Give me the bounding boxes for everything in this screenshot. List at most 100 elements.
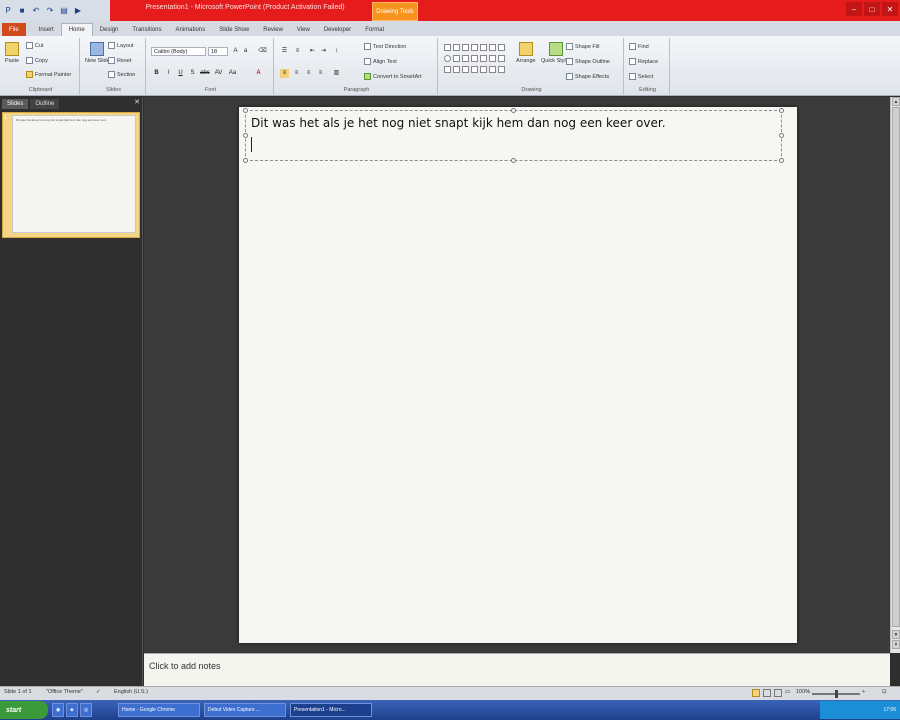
align-text-button[interactable]: Align Text	[364, 58, 397, 65]
shrink-font-icon[interactable]: a	[241, 47, 250, 56]
align-left-icon[interactable]: ≡	[280, 69, 289, 78]
taskbar-debut-capture[interactable]: Debut Video Capture ...	[204, 703, 286, 717]
tab-slides[interactable]: Slides	[2, 99, 29, 109]
language-indicator[interactable]: English (U.S.)	[114, 689, 148, 695]
scroll-down-icon[interactable]: ▼	[892, 630, 900, 639]
slide-sorter-view-icon[interactable]	[763, 689, 771, 697]
strikethrough-icon[interactable]: abc	[200, 69, 210, 78]
resize-handle[interactable]	[243, 108, 248, 113]
numbering-icon[interactable]: ≡	[293, 47, 302, 56]
minimize-icon[interactable]: –	[846, 2, 862, 16]
new-slide-button[interactable]: New Slide	[85, 42, 110, 64]
undo-icon[interactable]: ↶	[31, 6, 41, 16]
tab-file[interactable]: File	[2, 23, 26, 36]
scroll-thumb[interactable]	[892, 107, 900, 627]
resize-handle[interactable]	[779, 108, 784, 113]
align-right-icon[interactable]: ≡	[304, 69, 313, 78]
convert-smartart-button[interactable]: Convert to SmartArt	[364, 73, 422, 80]
change-case-icon[interactable]: Aa	[228, 69, 237, 78]
folder-icon[interactable]: ▤	[59, 6, 69, 16]
find-button[interactable]: Find	[629, 43, 649, 50]
tab-format[interactable]: Format	[358, 23, 391, 36]
columns-icon[interactable]: ▥	[332, 69, 341, 78]
taskbar-chrome[interactable]: Home - Google Chrome	[118, 703, 200, 717]
bold-icon[interactable]: B	[152, 69, 161, 78]
cut-button[interactable]: Cut	[26, 42, 44, 49]
fit-to-window-icon[interactable]: ⊡	[882, 689, 887, 695]
previous-slide-icon[interactable]: ⇞	[892, 640, 900, 649]
tab-transitions[interactable]: Transitions	[125, 23, 168, 36]
decrease-indent-icon[interactable]: ⇤	[308, 47, 317, 56]
normal-view-icon[interactable]	[752, 689, 760, 697]
font-size-select[interactable]: 18	[208, 47, 228, 56]
zoom-in-icon[interactable]: +	[862, 689, 865, 695]
layout-button[interactable]: Layout	[108, 42, 134, 49]
italic-icon[interactable]: I	[164, 69, 173, 78]
slide-canvas[interactable]	[239, 107, 797, 643]
tab-animations[interactable]: Animations	[169, 23, 213, 36]
notes-pane[interactable]: Click to add notes	[144, 653, 890, 686]
taskbar-powerpoint[interactable]: Presentation1 - Micro...	[290, 703, 372, 717]
tab-review[interactable]: Review	[256, 23, 290, 36]
tab-slide-show[interactable]: Slide Show	[212, 23, 256, 36]
clear-formatting-icon[interactable]: ⌫	[258, 47, 267, 56]
close-icon[interactable]: ✕	[882, 2, 898, 16]
tab-view[interactable]: View	[290, 23, 317, 36]
replace-button[interactable]: Replace	[629, 58, 658, 65]
tab-design[interactable]: Design	[93, 23, 126, 36]
align-center-icon[interactable]: ≡	[292, 69, 301, 78]
resize-handle[interactable]	[511, 108, 516, 113]
justify-icon[interactable]: ≡	[316, 69, 325, 78]
quick-launch-icon[interactable]: ◈	[66, 703, 78, 717]
grow-font-icon[interactable]: A	[231, 47, 240, 56]
paste-button[interactable]: Paste	[5, 42, 19, 64]
tab-developer[interactable]: Developer	[317, 23, 358, 36]
select-button[interactable]: Select	[629, 73, 653, 80]
shape-effects-button[interactable]: Shape Effects	[566, 73, 609, 80]
section-button[interactable]: Section	[108, 71, 135, 78]
tab-outline[interactable]: Outline	[30, 99, 60, 109]
spacing-icon[interactable]: AV	[214, 69, 223, 78]
save-icon[interactable]: ■	[17, 6, 27, 16]
quick-launch-icon[interactable]: ◉	[52, 703, 64, 717]
resize-handle[interactable]	[511, 158, 516, 163]
reset-button[interactable]: Reset	[108, 57, 131, 64]
clock[interactable]: 17:06	[883, 707, 896, 713]
copy-button[interactable]: Copy	[26, 57, 48, 64]
scroll-up-icon[interactable]: ▲	[892, 97, 900, 106]
resize-handle[interactable]	[243, 133, 248, 138]
underline-icon[interactable]: U	[176, 69, 185, 78]
play-icon[interactable]: ▶	[73, 6, 83, 16]
tab-home[interactable]: Home	[60, 23, 93, 36]
arrange-button[interactable]: Arrange	[516, 42, 536, 64]
vertical-scrollbar[interactable]: ▲ ▼ ⇞	[890, 97, 900, 653]
tab-insert[interactable]: Insert	[32, 23, 61, 36]
reading-view-icon[interactable]	[774, 689, 782, 697]
font-color-icon[interactable]: A	[254, 69, 263, 78]
resize-handle[interactable]	[779, 158, 784, 163]
maximize-icon[interactable]: □	[864, 2, 880, 16]
slide-thumbnail[interactable]: Dit was het als je het nog niet snapt ki…	[12, 115, 136, 233]
increase-indent-icon[interactable]: ⇥	[319, 47, 328, 56]
resize-handle[interactable]	[779, 133, 784, 138]
format-painter-button[interactable]: Format Painter	[26, 71, 71, 78]
bullets-icon[interactable]: ☰	[280, 47, 289, 56]
resize-handle[interactable]	[243, 158, 248, 163]
slideshow-view-icon[interactable]: ▭	[785, 689, 790, 695]
slide-body-text[interactable]: Dit was het als je het nog niet snapt ki…	[251, 116, 666, 130]
font-family-select[interactable]: Calibri (Body)	[151, 47, 206, 56]
line-spacing-icon[interactable]: ↕	[332, 47, 341, 56]
zoom-out-icon[interactable]: −	[806, 689, 809, 695]
close-pane-icon[interactable]: ✕	[133, 99, 141, 107]
zoom-slider-thumb[interactable]	[835, 690, 838, 698]
spellcheck-icon[interactable]: ✓	[96, 689, 101, 695]
text-direction-button[interactable]: Text Direction	[364, 43, 406, 50]
redo-icon[interactable]: ↷	[45, 6, 55, 16]
quick-launch-icon[interactable]: ◎	[80, 703, 92, 717]
powerpoint-app-icon[interactable]: P	[3, 6, 13, 16]
rectangle-shape-icon	[480, 44, 487, 51]
shape-fill-button[interactable]: Shape Fill	[566, 43, 599, 50]
shadow-icon[interactable]: S	[188, 69, 197, 78]
start-button[interactable]: start	[0, 701, 48, 719]
shape-outline-button[interactable]: Shape Outline	[566, 58, 610, 65]
